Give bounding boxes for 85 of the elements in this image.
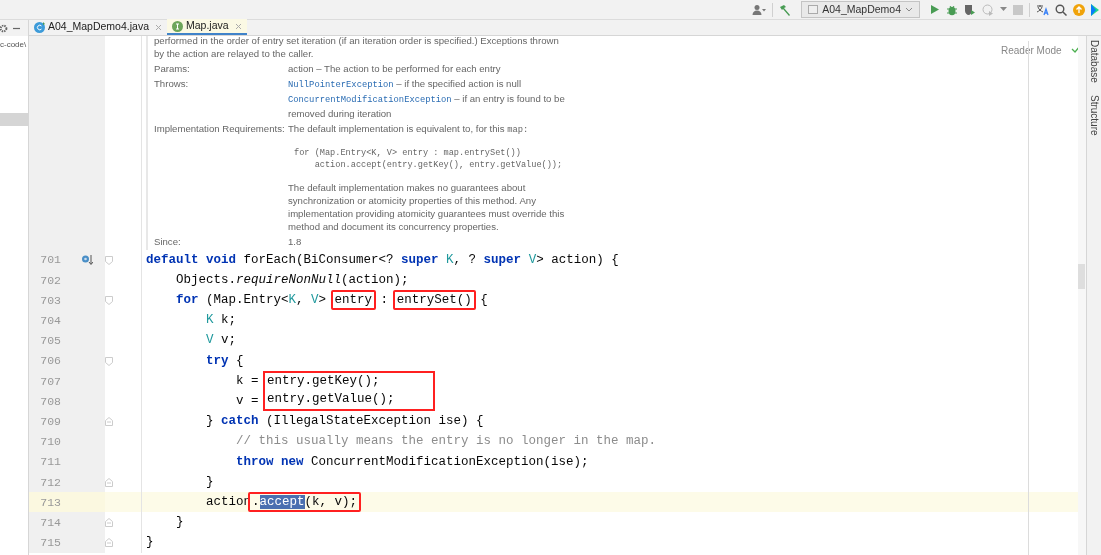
code-line: throw new ConcurrentModificationException(ise);: [235, 453, 589, 471]
line-number: 704: [39, 313, 61, 330]
scrollbar-thumb[interactable]: [1078, 264, 1085, 289]
annotation-box: entry.getValue();: [263, 391, 436, 412]
line-number: 715: [39, 535, 61, 552]
line-number: 707: [39, 373, 61, 390]
code-line: Objects.requireNonNull(action);: [175, 271, 409, 289]
reader-mode-link[interactable]: Reader Mode: [1001, 43, 1062, 58]
code-line: for (Map.Entry<K, V> entry : entrySet() {: [142, 290, 488, 311]
update-icon[interactable]: [1073, 3, 1085, 16]
line-number: 710: [39, 434, 61, 451]
exception-link[interactable]: NullPointerException: [288, 80, 394, 90]
line-number: 711: [39, 454, 61, 471]
settings-icon[interactable]: [0, 23, 8, 33]
code-line: K k;: [205, 312, 237, 330]
tool-window-tab[interactable]: Database: [1087, 40, 1101, 83]
line-number: 705: [39, 333, 61, 350]
fold-marker-icon[interactable]: [105, 295, 113, 305]
code-line: }: [145, 534, 154, 552]
close-icon[interactable]: [234, 22, 242, 30]
user-icon[interactable]: [752, 3, 767, 16]
line-number: 701: [39, 252, 61, 269]
doc-text: by the action are relayed to the caller.: [154, 47, 314, 60]
doc-text: performed in the order of entry set iteration (if an iteration order is specified.) Exceptions thrown: [154, 36, 559, 47]
line-number: 703: [39, 292, 61, 309]
doc-text: NullPointerException – if the specified action is null: [288, 77, 523, 92]
doc-label: Throws:: [154, 77, 190, 91]
code-sample: for (Map.Entry<K, V> entry : map.entrySet()) action.accept(entry.getKey(), entry.getValue());: [294, 147, 564, 171]
close-icon[interactable]: [155, 23, 162, 31]
code-line: // this usually means the entry is no longer in the map.: [235, 433, 657, 451]
fold-marker-icon[interactable]: [105, 477, 113, 487]
fold-marker-icon[interactable]: [105, 255, 113, 265]
selected-text: accept: [259, 495, 305, 510]
line-number: 708: [39, 393, 61, 410]
run-icon[interactable]: [930, 4, 940, 15]
code-line: try {: [205, 352, 244, 370]
shield-play-icon[interactable]: [964, 3, 976, 16]
code-line: }: [175, 514, 184, 532]
fold-marker-icon[interactable]: [105, 538, 113, 548]
code-line: } catch (IllegalStateException ise) {: [205, 413, 484, 431]
clock-play-icon[interactable]: [982, 3, 994, 16]
editor-tab[interactable]: A04_MapDemo4.java: [29, 19, 167, 35]
doc-text: 1.8: [288, 235, 303, 248]
annotation-box: entry.getKey();: [263, 371, 436, 392]
code-line: k = entry.getKey();: [142, 371, 433, 392]
line-number: 702: [39, 272, 61, 289]
editor-tab[interactable]: Map.java: [167, 19, 247, 35]
doc-label: Implementation Requirements:: [154, 122, 286, 136]
annotation-box: entry: [330, 290, 377, 311]
doc-text: The default implementation is equivalent to, for this map:: [288, 122, 530, 137]
exception-link[interactable]: ConcurrentModificationException: [288, 95, 452, 105]
class-icon: [34, 21, 45, 33]
code-line: v = entry.getValue();: [142, 391, 433, 412]
chevron-down-icon: [905, 6, 913, 13]
search-icon[interactable]: [1055, 3, 1067, 16]
doc-text: The default implementation makes no guarantees about synchronization or atomicity properties of this method. Any implementation providing atomicity guarantees must override this method and document its concurrency properties.: [288, 181, 566, 233]
window-icon: [808, 5, 819, 14]
line-number: 709: [39, 413, 61, 430]
code-line: }: [205, 473, 214, 491]
fold-marker-icon[interactable]: [105, 417, 113, 427]
doc-text: action – The action to be performed for each entry: [288, 62, 502, 75]
interface-icon: [172, 20, 183, 32]
doc-text: ConcurrentModificationException – if an entry is found to be removed during iteration: [288, 92, 566, 120]
hammer-icon[interactable]: [779, 3, 792, 16]
tool-window-tab[interactable]: Structure: [1087, 94, 1101, 136]
annotation-box: .accept(k, v);: [248, 492, 362, 513]
line-number: 706: [39, 353, 61, 370]
line-number: 713: [39, 494, 61, 511]
plugin-icon[interactable]: [1091, 3, 1099, 16]
translate-icon[interactable]: [1036, 3, 1049, 16]
annotation-box: entrySet(): [392, 290, 476, 311]
code-line: default void forEach(BiConsumer<? super K, ? super V> action) {: [145, 251, 619, 269]
bug-icon[interactable]: [946, 3, 958, 16]
code-line: V v;: [205, 332, 237, 350]
doc-label: Params:: [154, 62, 191, 75]
doc-label: Since:: [154, 235, 182, 248]
line-number: 714: [39, 514, 61, 531]
caret-down-icon[interactable]: [1000, 7, 1007, 12]
project-tree-item[interactable]: c-code\: [0, 39, 27, 51]
line-number: 712: [39, 474, 61, 491]
run-configuration-dropdown[interactable]: A04_MapDemo4: [801, 1, 920, 18]
fold-marker-icon[interactable]: [105, 356, 113, 366]
implements-icon[interactable]: [81, 254, 93, 267]
stop-icon[interactable]: [1013, 4, 1023, 15]
fold-marker-icon[interactable]: [105, 518, 113, 528]
